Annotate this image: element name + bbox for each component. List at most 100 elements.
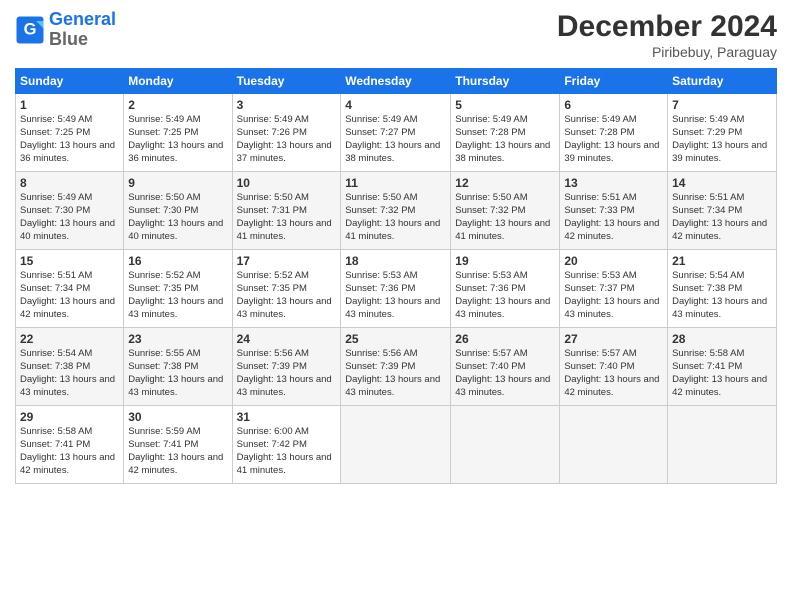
calendar-cell: 31Sunrise: 6:00 AMSunset: 7:42 PMDayligh… [232,406,341,484]
sunset-text: Sunset: 7:35 PM [128,283,198,294]
calendar-cell: 26Sunrise: 5:57 AMSunset: 7:40 PMDayligh… [451,328,560,406]
calendar-cell: 28Sunrise: 5:58 AMSunset: 7:41 PMDayligh… [668,328,777,406]
day-number: 27 [564,331,663,347]
sunset-text: Sunset: 7:31 PM [237,205,307,216]
day-number: 22 [20,331,119,347]
daylight-text: Daylight: 13 hours and 43 minutes. [564,296,659,320]
sunrise-text: Sunrise: 5:50 AM [237,192,309,203]
sunrise-text: Sunrise: 5:51 AM [672,192,744,203]
sunrise-text: Sunrise: 5:56 AM [345,348,417,359]
col-thursday: Thursday [451,69,560,94]
sunset-text: Sunset: 7:40 PM [455,361,525,372]
calendar-cell [451,406,560,484]
logo-line1: General [49,9,116,29]
daylight-text: Daylight: 13 hours and 39 minutes. [672,140,767,164]
day-number: 21 [672,253,772,269]
title-area: December 2024 Piribebuy, Paraguay [557,10,777,60]
day-number: 14 [672,175,772,191]
day-number: 18 [345,253,446,269]
sunrise-text: Sunrise: 5:57 AM [455,348,527,359]
daylight-text: Daylight: 13 hours and 43 minutes. [20,374,115,398]
calendar-cell [341,406,451,484]
sunset-text: Sunset: 7:34 PM [20,283,90,294]
calendar-cell: 6Sunrise: 5:49 AMSunset: 7:28 PMDaylight… [560,94,668,172]
sunset-text: Sunset: 7:34 PM [672,205,742,216]
sunset-text: Sunset: 7:33 PM [564,205,634,216]
day-number: 31 [237,409,337,425]
day-number: 11 [345,175,446,191]
svg-text:G: G [24,20,37,38]
calendar-cell: 18Sunrise: 5:53 AMSunset: 7:36 PMDayligh… [341,250,451,328]
daylight-text: Daylight: 13 hours and 40 minutes. [20,218,115,242]
calendar-cell: 9Sunrise: 5:50 AMSunset: 7:30 PMDaylight… [124,172,232,250]
day-number: 7 [672,97,772,113]
page-header: G General Blue December 2024 Piribebuy, … [15,10,777,60]
sunrise-text: Sunrise: 5:57 AM [564,348,636,359]
calendar-cell: 1Sunrise: 5:49 AMSunset: 7:25 PMDaylight… [16,94,124,172]
day-number: 19 [455,253,555,269]
sunset-text: Sunset: 7:25 PM [20,127,90,138]
daylight-text: Daylight: 13 hours and 36 minutes. [128,140,223,164]
day-number: 3 [237,97,337,113]
day-number: 6 [564,97,663,113]
sunset-text: Sunset: 7:38 PM [20,361,90,372]
daylight-text: Daylight: 13 hours and 38 minutes. [345,140,440,164]
daylight-text: Daylight: 13 hours and 42 minutes. [672,218,767,242]
daylight-text: Daylight: 13 hours and 41 minutes. [237,218,332,242]
calendar-cell: 19Sunrise: 5:53 AMSunset: 7:36 PMDayligh… [451,250,560,328]
sunset-text: Sunset: 7:39 PM [237,361,307,372]
day-number: 4 [345,97,446,113]
calendar-cell: 14Sunrise: 5:51 AM Sunset: 7:34 PM Dayligh… [668,172,777,250]
daylight-text: Daylight: 13 hours and 42 minutes. [672,374,767,398]
sunrise-text: Sunrise: 5:54 AM [672,270,744,281]
day-number: 15 [20,253,119,269]
sunset-text: Sunset: 7:40 PM [564,361,634,372]
calendar-cell: 10Sunrise: 5:50 AMSunset: 7:31 PMDayligh… [232,172,341,250]
day-number: 2 [128,97,227,113]
daylight-text: Daylight: 13 hours and 42 minutes. [20,452,115,476]
calendar-cell: 13Sunrise: 5:51 AMSunset: 7:33 PMDayligh… [560,172,668,250]
daylight-text: Daylight: 13 hours and 42 minutes. [564,218,659,242]
sunset-text: Sunset: 7:36 PM [455,283,525,294]
sunrise-text: Sunrise: 5:50 AM [128,192,200,203]
daylight-text: Daylight: 13 hours and 38 minutes. [455,140,550,164]
sunrise-text: Sunrise: 5:51 AM [20,270,92,281]
daylight-text: Daylight: 13 hours and 43 minutes. [128,374,223,398]
sunrise-text: Sunrise: 5:50 AM [455,192,527,203]
day-number: 8 [20,175,119,191]
calendar-week-row: 29Sunrise: 5:58 AMSunset: 7:41 PMDayligh… [16,406,777,484]
calendar-cell: 2Sunrise: 5:49 AMSunset: 7:25 PMDaylight… [124,94,232,172]
calendar-cell [560,406,668,484]
calendar-cell: 16Sunrise: 5:52 AM Sunset: 7:35 PM Dayligh… [124,250,232,328]
daylight-text: Daylight: 13 hours and 41 minutes. [455,218,550,242]
sunset-text: Sunset: 7:30 PM [20,205,90,216]
day-number: 12 [455,175,555,191]
sunrise-text: Sunrise: 5:52 AM [128,270,200,281]
location: Piribebuy, Paraguay [557,44,777,60]
daylight-text: Daylight: 13 hours and 42 minutes. [20,296,115,320]
sunset-text: Sunset: 7:32 PM [345,205,415,216]
page-container: G General Blue December 2024 Piribebuy, … [0,0,792,494]
day-number: 16 [128,253,227,269]
sunrise-text: Sunrise: 5:53 AM [455,270,527,281]
day-number: 30 [128,409,227,425]
logo: G General Blue [15,10,116,50]
day-number: 9 [128,175,227,191]
day-number: 23 [128,331,227,347]
sunset-text: Sunset: 7:29 PM [672,127,742,138]
sunrise-text: Sunrise: 5:53 AM [345,270,417,281]
sunrise-text: Sunrise: 5:49 AM [20,114,92,125]
daylight-text: Daylight: 13 hours and 42 minutes. [564,374,659,398]
daylight-text: Daylight: 13 hours and 36 minutes. [20,140,115,164]
sunrise-text: Sunrise: 5:49 AM [672,114,744,125]
calendar-cell: 11Sunrise: 5:50 AMSunset: 7:32 PMDayligh… [341,172,451,250]
sunset-text: Sunset: 7:32 PM [455,205,525,216]
logo-line2: Blue [49,29,88,49]
daylight-text: Daylight: 13 hours and 43 minutes. [128,296,223,320]
calendar-cell: 7Sunrise: 5:49 AM Sunset: 7:29 PM Daylight… [668,94,777,172]
daylight-text: Daylight: 13 hours and 43 minutes. [237,296,332,320]
calendar-cell: 20Sunrise: 5:53 AMSunset: 7:37 PMDayligh… [560,250,668,328]
sunset-text: Sunset: 7:36 PM [345,283,415,294]
sunrise-text: Sunrise: 5:55 AM [128,348,200,359]
daylight-text: Daylight: 13 hours and 41 minutes. [237,452,332,476]
